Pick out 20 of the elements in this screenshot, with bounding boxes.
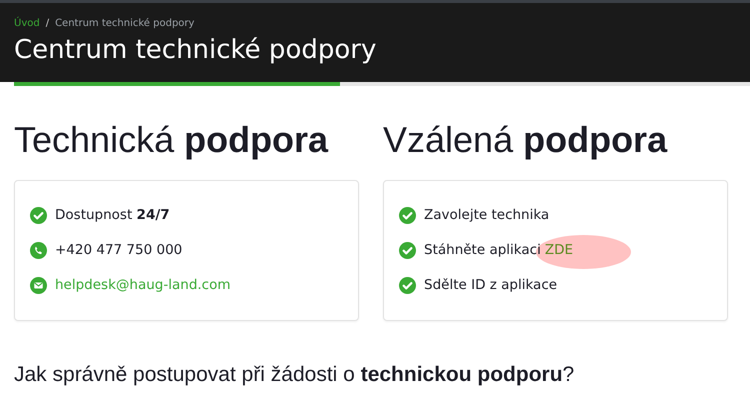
mail-icon	[30, 277, 47, 294]
question-heading: Jak správně postupovat při žádosti o technickou podporu?	[13, 362, 576, 388]
check-icon	[399, 242, 416, 259]
item-link[interactable]: helpdesk@haug-land.com	[55, 276, 231, 295]
section-heading: Technická podpora	[14, 118, 330, 162]
breadcrumb-link[interactable]: Úvod	[14, 16, 40, 31]
check-icon	[399, 277, 416, 294]
item-text: Sdělte ID z aplikace	[424, 276, 558, 295]
section-heading: Vzálená podpora	[383, 118, 668, 162]
item-text: +420 477 750 000	[55, 241, 182, 260]
item-text: Dostupnost 24/7	[55, 206, 170, 225]
check-icon	[399, 207, 416, 224]
breadcrumb-current: Centrum technické podpory	[55, 17, 194, 31]
check-icon	[30, 207, 47, 224]
item-text: Stáhněte aplikaci	[424, 241, 541, 260]
item-text: Zavolejte technika	[424, 206, 550, 225]
item-link[interactable]: ZDE	[544, 241, 574, 260]
breadcrumb-separator: /	[46, 17, 50, 31]
phone-icon	[30, 242, 47, 259]
page-title: Centrum technické podpory	[14, 34, 378, 67]
